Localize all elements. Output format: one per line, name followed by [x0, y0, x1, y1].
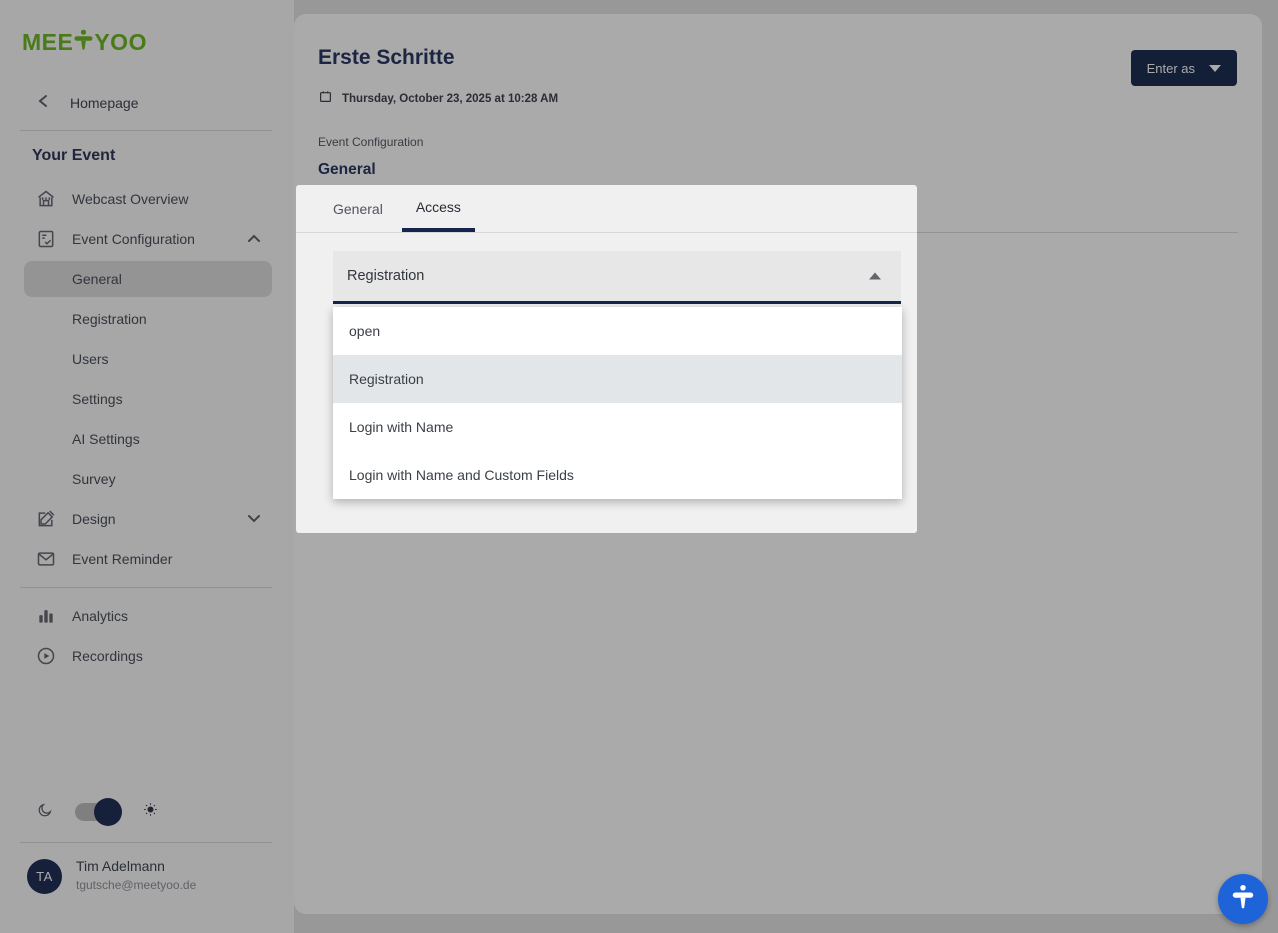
meetyoo-person-plus-icon: [1228, 882, 1258, 917]
collapse-arrow-icon: [869, 273, 881, 280]
tab-access[interactable]: Access: [402, 185, 475, 232]
option-login-with-name[interactable]: Login with Name: [333, 403, 902, 451]
option-open[interactable]: open: [333, 307, 902, 355]
option-label: open: [349, 323, 380, 339]
option-label: Registration: [349, 371, 424, 387]
access-type-select[interactable]: Registration: [333, 251, 901, 304]
tab-label: Access: [416, 199, 461, 215]
tab-label: General: [333, 201, 383, 217]
select-value: Registration: [347, 268, 424, 284]
access-settings-spotlight: General Access Registration open Registr…: [296, 185, 917, 533]
tab-bar: General Access: [296, 185, 917, 233]
fab-meetyoo-button[interactable]: [1218, 874, 1268, 924]
option-login-with-name-custom-fields[interactable]: Login with Name and Custom Fields: [333, 451, 902, 499]
tab-general[interactable]: General: [333, 185, 383, 232]
access-type-dropdown: open Registration Login with Name Login …: [333, 307, 902, 499]
option-registration[interactable]: Registration: [333, 355, 902, 403]
option-label: Login with Name and Custom Fields: [349, 467, 574, 483]
app-page: MEE YOO Homepage Your Event Webcast Over…: [0, 0, 1278, 933]
option-label: Login with Name: [349, 419, 453, 435]
